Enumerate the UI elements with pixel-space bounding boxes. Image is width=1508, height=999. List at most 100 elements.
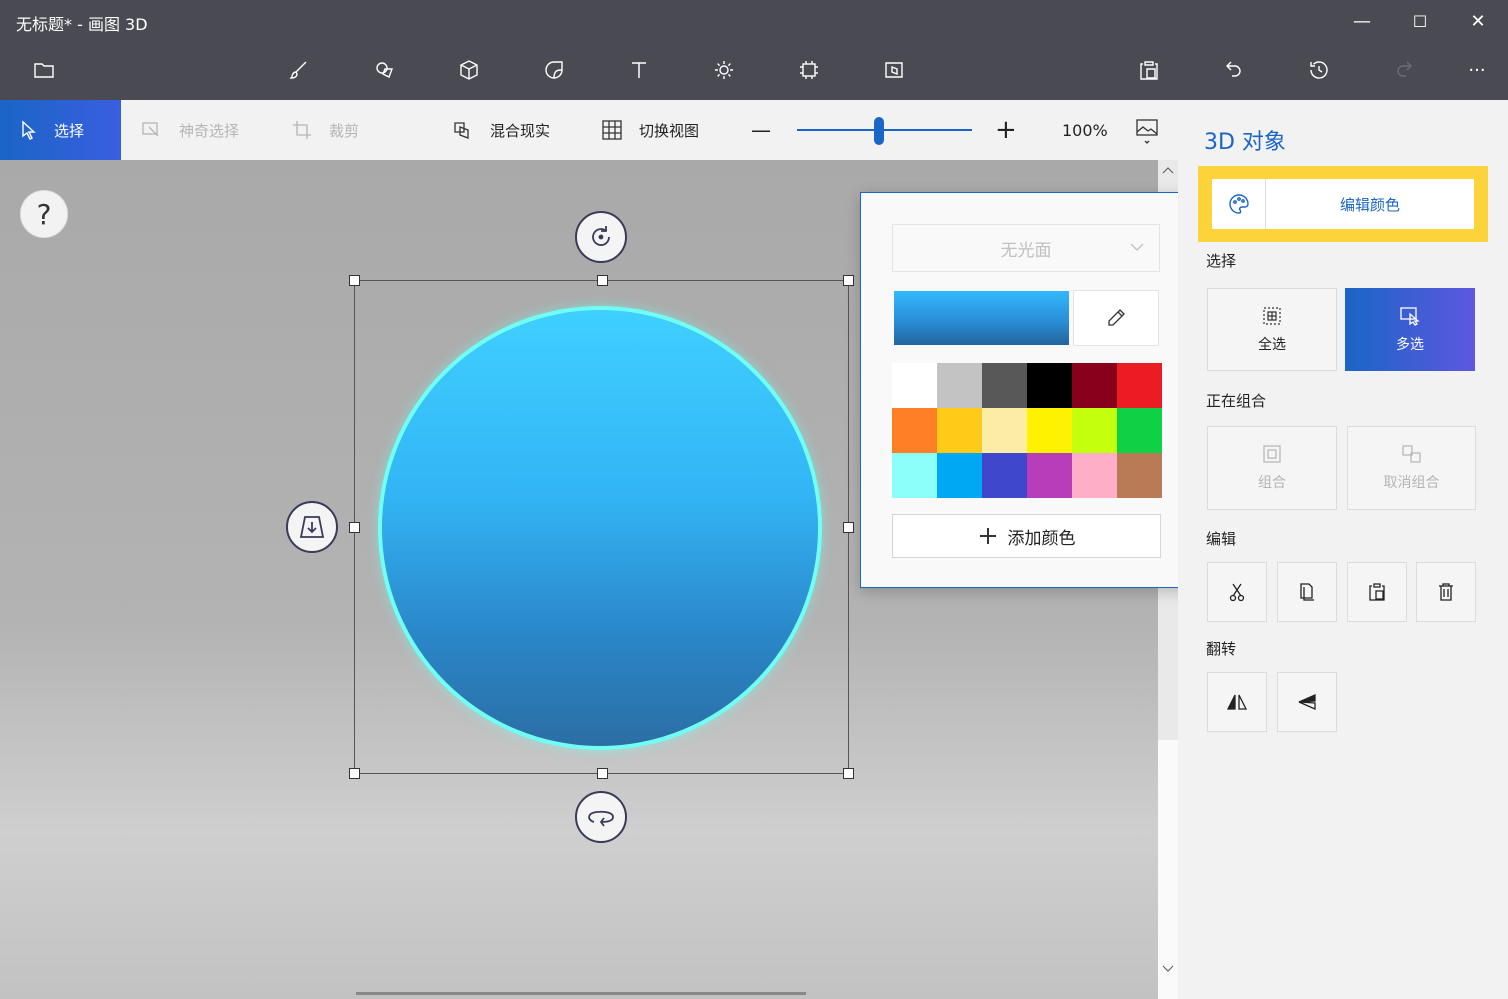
flip-horizontal-button[interactable] [1207, 672, 1267, 732]
color-swatch[interactable] [1117, 363, 1162, 408]
current-color-swatch[interactable] [894, 291, 1069, 345]
color-swatch[interactable] [1027, 453, 1072, 498]
add-color-button[interactable]: 添加颜色 [892, 514, 1161, 558]
multi-select-icon [1400, 306, 1420, 326]
background-image-button[interactable] [1135, 100, 1175, 160]
3d-library-button[interactable] [872, 50, 916, 90]
color-swatch[interactable] [982, 363, 1027, 408]
maximize-button[interactable]: ☐ [1391, 0, 1449, 42]
3d-library-icon [885, 62, 903, 78]
color-swatch[interactable] [892, 408, 937, 453]
undo-button[interactable] [1212, 50, 1256, 90]
effects-tool-button[interactable] [702, 50, 746, 90]
edit-color-button[interactable]: 编辑颜色 [1212, 179, 1474, 229]
color-swatch[interactable] [937, 453, 982, 498]
resize-handle-top[interactable] [597, 275, 608, 286]
zoom-slider-track[interactable] [797, 129, 972, 131]
resize-handle-left[interactable] [349, 522, 360, 533]
window-title: 无标题* - 画图 3D [16, 15, 148, 34]
color-swatch[interactable] [1117, 453, 1162, 498]
color-swatch[interactable] [892, 453, 937, 498]
help-button[interactable]: ? [20, 190, 68, 238]
color-swatch[interactable] [982, 453, 1027, 498]
undo-icon [1226, 61, 1241, 77]
color-swatch[interactable] [1072, 408, 1117, 453]
resize-handle-top-right[interactable] [843, 275, 854, 286]
resize-handle-bottom-right[interactable] [843, 768, 854, 779]
finish-dropdown[interactable]: 无光面 [892, 224, 1160, 272]
color-swatch[interactable] [937, 363, 982, 408]
plus-icon [979, 528, 996, 544]
select-tool-button[interactable]: 选择 [0, 100, 121, 160]
main-toolbar: ··· [0, 42, 1508, 100]
resize-handle-bottom-left[interactable] [349, 768, 360, 779]
group-button[interactable]: 组合 [1207, 426, 1337, 510]
horizontal-scrollbar[interactable] [356, 992, 806, 995]
brush-icon [289, 61, 307, 79]
flip-vertical-button[interactable] [1277, 672, 1337, 732]
resize-handle-bottom[interactable] [597, 768, 608, 779]
paste-panel-button[interactable] [1347, 562, 1407, 622]
magic-select-icon [142, 122, 159, 137]
cut-button[interactable] [1207, 562, 1267, 622]
delete-button[interactable] [1416, 562, 1476, 622]
color-swatch[interactable] [1027, 408, 1072, 453]
resize-handle-right[interactable] [843, 522, 854, 533]
color-swatch[interactable] [982, 408, 1027, 453]
stickers-tool-button[interactable] [532, 50, 576, 90]
eyedropper-button[interactable] [1073, 290, 1159, 346]
eyedropper-icon [1108, 309, 1125, 326]
ungroup-button[interactable]: 取消组合 [1347, 426, 1476, 510]
color-swatch[interactable] [892, 363, 937, 408]
add-color-label: 添加颜色 [1007, 528, 1076, 549]
menu-folder-button[interactable] [22, 50, 66, 90]
multi-select-button[interactable]: 多选 [1345, 288, 1475, 371]
history-button[interactable] [1297, 50, 1341, 90]
color-swatch[interactable] [1027, 363, 1072, 408]
edit-color-highlight: 编辑颜色 [1198, 166, 1488, 242]
move-z-control[interactable] [286, 501, 338, 553]
zoom-in-button[interactable]: + [995, 100, 1017, 160]
text-tool-button[interactable] [617, 50, 661, 90]
depth-icon [299, 516, 325, 538]
3d-shapes-icon [460, 60, 478, 80]
multi-select-label: 多选 [1396, 336, 1424, 353]
close-button[interactable]: ✕ [1449, 0, 1507, 42]
switch-view-button[interactable]: 切换视图 [601, 100, 699, 160]
history-icon [1310, 61, 1328, 79]
zoom-level: 100% [1062, 121, 1108, 140]
folder-icon [34, 63, 54, 78]
rotate-y-control[interactable] [575, 791, 627, 843]
mixed-reality-button[interactable]: 混合现实 [452, 100, 550, 160]
zoom-slider-thumb[interactable] [874, 117, 885, 145]
zoom-out-button[interactable]: — [751, 100, 771, 160]
minimize-button[interactable]: — [1333, 0, 1391, 42]
sub-toolbar: 选择 神奇选择 裁剪 混合现实 切换视图 — + [0, 100, 1178, 160]
more-button[interactable]: ··· [1455, 50, 1499, 90]
magic-select-button[interactable]: 神奇选择 [141, 100, 239, 160]
scroll-up-icon[interactable] [1162, 166, 1174, 174]
color-swatch[interactable] [937, 408, 982, 453]
crop-button[interactable]: 裁剪 [291, 100, 359, 160]
edit-color-label: 编辑颜色 [1339, 195, 1400, 214]
rotate-z-control[interactable] [575, 211, 627, 263]
brushes-tool-button[interactable] [277, 50, 321, 90]
paste-button[interactable] [1127, 50, 1171, 90]
canvas-tool-button[interactable] [787, 50, 831, 90]
2d-shapes-tool-button[interactable] [363, 50, 407, 90]
redo-button[interactable] [1382, 50, 1426, 90]
selection-box[interactable] [354, 280, 849, 774]
color-swatch[interactable] [1072, 453, 1117, 498]
resize-handle-top-left[interactable] [349, 275, 360, 286]
color-swatch[interactable] [1117, 408, 1162, 453]
color-palette [892, 363, 1162, 498]
color-swatch[interactable] [1072, 363, 1117, 408]
grid-icon [602, 120, 622, 140]
ungroup-icon [1401, 445, 1421, 463]
scroll-down-icon[interactable] [1162, 965, 1174, 973]
copy-button[interactable] [1277, 562, 1337, 622]
select-tool-label: 选择 [54, 121, 85, 140]
select-all-button[interactable]: 全选 [1207, 288, 1337, 371]
3d-shapes-tool-button[interactable] [447, 50, 491, 90]
scrollbar-thumb[interactable] [1158, 740, 1178, 999]
